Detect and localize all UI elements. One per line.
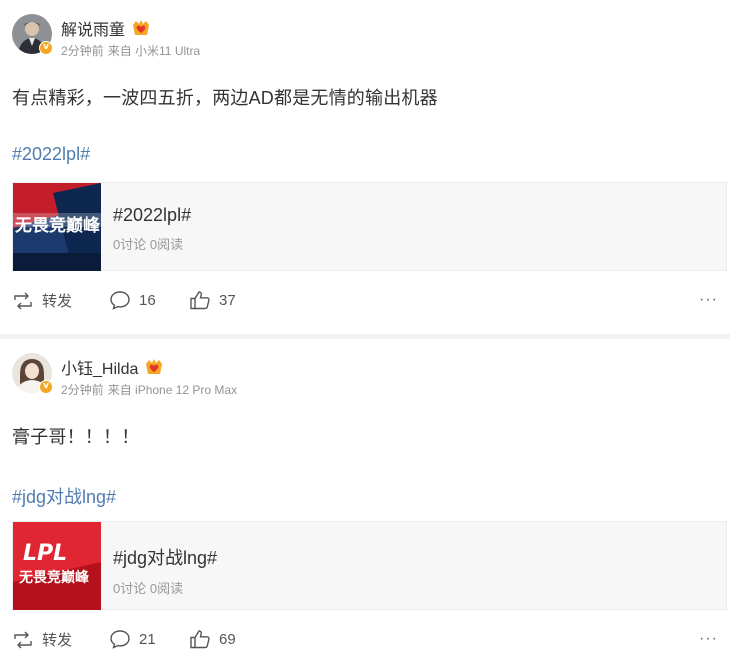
- username[interactable]: 小钰_Hilda: [61, 355, 138, 379]
- lpl-logo: LPL: [23, 541, 67, 566]
- repost-button[interactable]: 转发: [12, 629, 72, 650]
- post-source: 来自 iPhone 12 Pro Max: [107, 383, 238, 397]
- more-icon[interactable]: ···: [699, 630, 718, 648]
- crown-vip-icon[interactable]: [131, 19, 151, 37]
- verified-badge-icon: v: [39, 380, 53, 394]
- thumb-text: 无畏竞巅峰: [18, 569, 90, 586]
- thumb-text: 无畏竞巅峰: [14, 215, 101, 236]
- repost-label: 转发: [42, 632, 73, 649]
- topic-card-stats: 0讨论 0阅读: [113, 581, 184, 596]
- action-bar: 转发 21 69 ···: [0, 629, 730, 655]
- verified-badge-icon: v: [39, 41, 53, 55]
- post-content: 有点精彩，一波四五折，两边AD都是无情的输出机器: [12, 88, 438, 108]
- more-icon[interactable]: ···: [699, 291, 718, 309]
- topic-card[interactable]: 无畏竞巅峰 #2022lpl# 0讨论 0阅读: [12, 182, 727, 271]
- weibo-post: v 解说雨童 2分钟前 来自 小米11 Ultra 有点精彩，一波四五折，两边A…: [0, 0, 730, 334]
- action-bar: 转发 16 37 ···: [0, 290, 730, 316]
- like-count: 37: [219, 291, 236, 309]
- post-time[interactable]: 2分钟前: [61, 42, 104, 59]
- post-meta: 2分钟前 来自 小米11 Ultra: [61, 42, 200, 59]
- comment-count: 21: [139, 630, 156, 648]
- like-button[interactable]: 37: [189, 290, 236, 310]
- post-time[interactable]: 2分钟前: [61, 381, 104, 398]
- comment-count: 16: [139, 291, 156, 309]
- topic-card-stats: 0讨论 0阅读: [113, 237, 184, 252]
- author-row: 解说雨童: [61, 17, 151, 39]
- crown-vip-icon[interactable]: [144, 358, 164, 376]
- post-source: 来自 小米11 Ultra: [107, 44, 201, 58]
- topic-card-title: #2022lpl#: [113, 205, 192, 225]
- like-icon: [189, 629, 211, 649]
- post-meta: 2分钟前 来自 iPhone 12 Pro Max: [61, 381, 237, 398]
- topic-thumbnail: LPL 无畏竞巅峰: [13, 522, 101, 610]
- repost-icon: [12, 630, 34, 650]
- comment-icon: [109, 290, 131, 310]
- comment-button[interactable]: 21: [109, 629, 156, 649]
- comment-button[interactable]: 16: [109, 290, 156, 310]
- author-row: 小钰_Hilda: [61, 356, 164, 378]
- username[interactable]: 解说雨童: [61, 16, 125, 40]
- weibo-post: v 小钰_Hilda 2分钟前 来自 iPhone 12 Pro Max 膏子哥…: [0, 339, 730, 672]
- like-button[interactable]: 69: [189, 629, 236, 649]
- topic-card-title: #jdg对战lng#: [113, 548, 218, 568]
- topic-card[interactable]: LPL 无畏竞巅峰 #jdg对战lng# 0讨论 0阅读: [12, 521, 727, 610]
- like-count: 69: [219, 630, 236, 648]
- repost-label: 转发: [42, 293, 73, 310]
- post-content: 膏子哥！！！！: [12, 427, 140, 447]
- like-icon: [189, 290, 211, 310]
- repost-icon: [12, 291, 34, 311]
- topic-thumbnail: 无畏竞巅峰: [13, 183, 101, 271]
- comment-icon: [109, 629, 131, 649]
- hashtag-link[interactable]: #2022lpl#: [12, 144, 90, 165]
- repost-button[interactable]: 转发: [12, 290, 72, 311]
- hashtag-link[interactable]: #jdg对战lng#: [12, 483, 116, 509]
